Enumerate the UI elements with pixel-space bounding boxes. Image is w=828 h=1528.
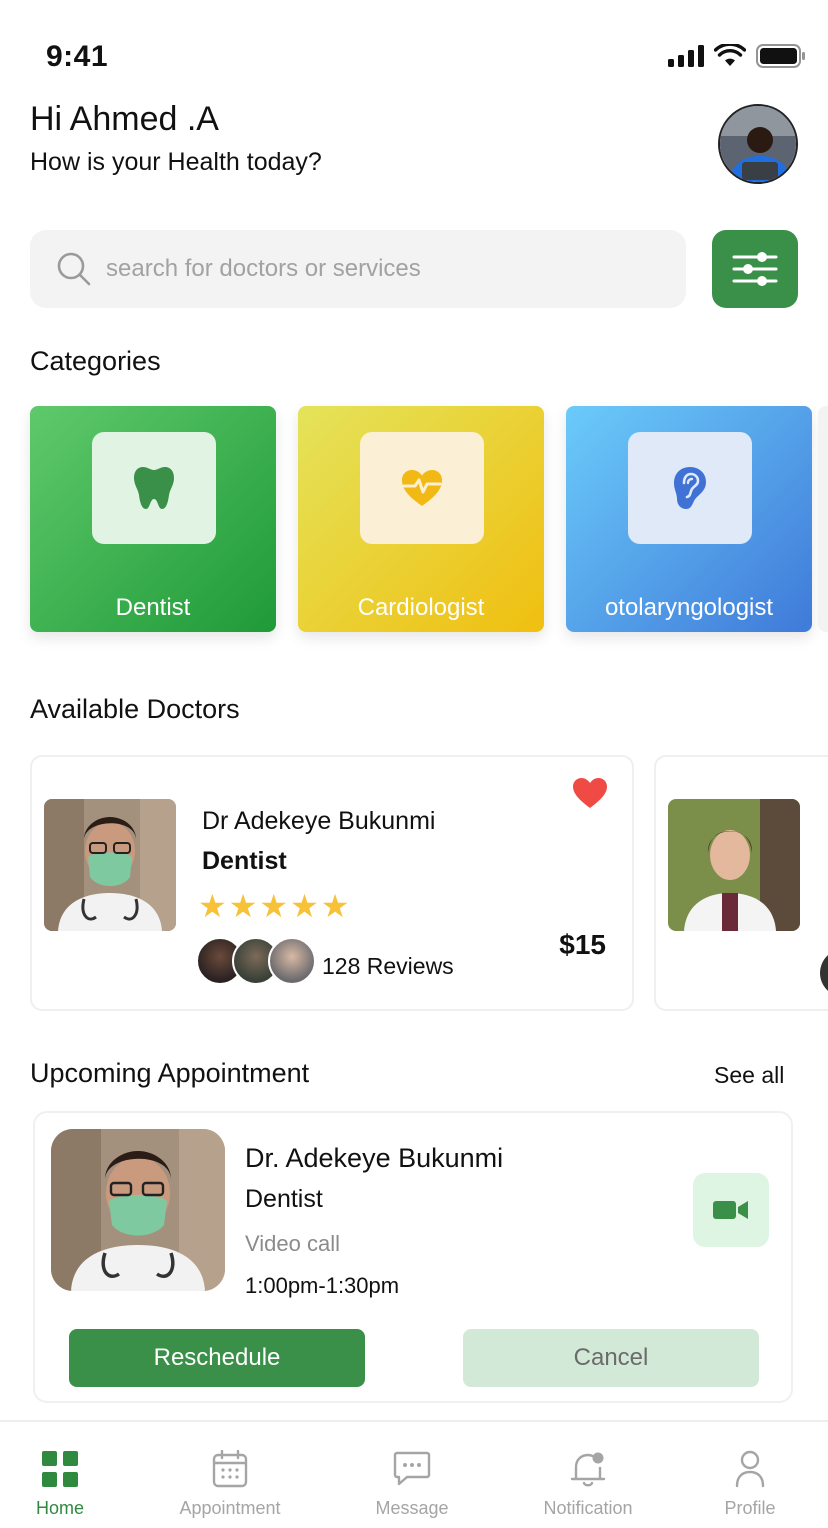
doctor-name: Dr Adekeye Bukunmi bbox=[202, 807, 436, 835]
appointment-type: Video call bbox=[245, 1231, 340, 1256]
signal-icon bbox=[668, 45, 704, 67]
search-icon bbox=[57, 252, 91, 286]
review-count: 128 Reviews bbox=[322, 953, 454, 979]
doctor-photo bbox=[668, 799, 800, 931]
greeting-title: Hi Ahmed .A bbox=[30, 100, 219, 138]
doctor-rating-stars: ★★★★★ bbox=[198, 888, 352, 924]
category-dentist[interactable]: Dentist bbox=[30, 406, 276, 632]
user-avatar-image bbox=[720, 106, 796, 182]
search-input[interactable] bbox=[106, 255, 646, 283]
category-icon-box bbox=[628, 432, 752, 544]
nav-appointment[interactable]: Appointment bbox=[160, 1448, 300, 1519]
bell-icon bbox=[570, 1452, 606, 1487]
reviewer-avatars bbox=[196, 937, 316, 987]
category-next-peek[interactable] bbox=[818, 406, 828, 632]
appointment-specialty: Dentist bbox=[245, 1185, 323, 1213]
categories-title: Categories bbox=[30, 346, 161, 376]
search-bar[interactable] bbox=[30, 230, 686, 308]
category-label: Cardiologist bbox=[357, 594, 485, 621]
category-icon-box bbox=[92, 432, 216, 544]
nav-notification[interactable]: Notification bbox=[518, 1448, 658, 1519]
appointment-doctor-name: Dr. Adekeye Bukunmi bbox=[245, 1143, 504, 1173]
category-label: Dentist bbox=[115, 594, 191, 621]
category-cardiologist[interactable]: Cardiologist bbox=[298, 406, 544, 632]
message-icon bbox=[393, 1451, 431, 1486]
reschedule-button[interactable]: Reschedule bbox=[69, 1329, 365, 1387]
calendar-icon bbox=[212, 1450, 248, 1488]
category-icon-box bbox=[360, 432, 484, 544]
filter-button[interactable] bbox=[712, 230, 798, 308]
doctor-photo bbox=[44, 799, 176, 931]
see-all-link[interactable]: See all bbox=[714, 1062, 784, 1089]
appointment-doctor-photo bbox=[51, 1129, 225, 1291]
available-doctors-title: Available Doctors bbox=[30, 694, 240, 724]
nav-label: Notification bbox=[543, 1498, 633, 1518]
video-camera-icon bbox=[713, 1201, 748, 1219]
nav-home[interactable]: Home bbox=[0, 1448, 130, 1519]
category-otolaryngologist[interactable]: otolaryngologist bbox=[566, 406, 812, 632]
home-grid-icon bbox=[42, 1451, 78, 1487]
appointment-card[interactable]: Dr. Adekeye Bukunmi Dentist Video call 1… bbox=[33, 1111, 793, 1403]
video-call-button[interactable] bbox=[693, 1173, 769, 1247]
doctor-price: $15 bbox=[559, 929, 606, 960]
heart-pulse-icon bbox=[402, 470, 442, 506]
nav-label: Message bbox=[375, 1498, 449, 1518]
nav-label: Home bbox=[35, 1498, 84, 1518]
profile-icon bbox=[735, 1450, 765, 1488]
favorite-heart-icon[interactable] bbox=[572, 777, 608, 809]
ear-icon bbox=[674, 467, 706, 509]
status-time: 9:41 bbox=[46, 40, 109, 73]
appointment-time: 1:00pm-1:30pm bbox=[245, 1273, 400, 1298]
doctor-card-peek[interactable] bbox=[654, 755, 828, 1011]
user-avatar[interactable] bbox=[718, 104, 798, 184]
bottom-navigation: Home Appointment Message Notification Pr… bbox=[0, 1420, 828, 1528]
nav-message[interactable]: Message bbox=[342, 1448, 482, 1519]
category-label: otolaryngologist bbox=[604, 594, 774, 621]
doctor-card[interactable]: Dr Adekeye Bukunmi Dentist ★★★★★ 128 Rev… bbox=[30, 755, 634, 1011]
greeting-subtitle: How is your Health today? bbox=[30, 148, 322, 176]
nav-label: Profile bbox=[724, 1498, 776, 1518]
reviewer-avatar bbox=[820, 949, 828, 997]
cancel-button[interactable]: Cancel bbox=[463, 1329, 759, 1387]
reviewer-avatar bbox=[268, 937, 316, 985]
upcoming-appointment-title: Upcoming Appointment bbox=[30, 1058, 310, 1088]
doctor-specialty: Dentist bbox=[202, 847, 287, 875]
nav-label: Appointment bbox=[179, 1498, 281, 1518]
filter-sliders-icon bbox=[732, 252, 778, 286]
wifi-icon bbox=[714, 44, 746, 66]
tooth-icon bbox=[134, 467, 174, 509]
status-icons bbox=[668, 44, 806, 68]
nav-profile[interactable]: Profile bbox=[680, 1448, 820, 1519]
battery-icon bbox=[756, 44, 805, 68]
